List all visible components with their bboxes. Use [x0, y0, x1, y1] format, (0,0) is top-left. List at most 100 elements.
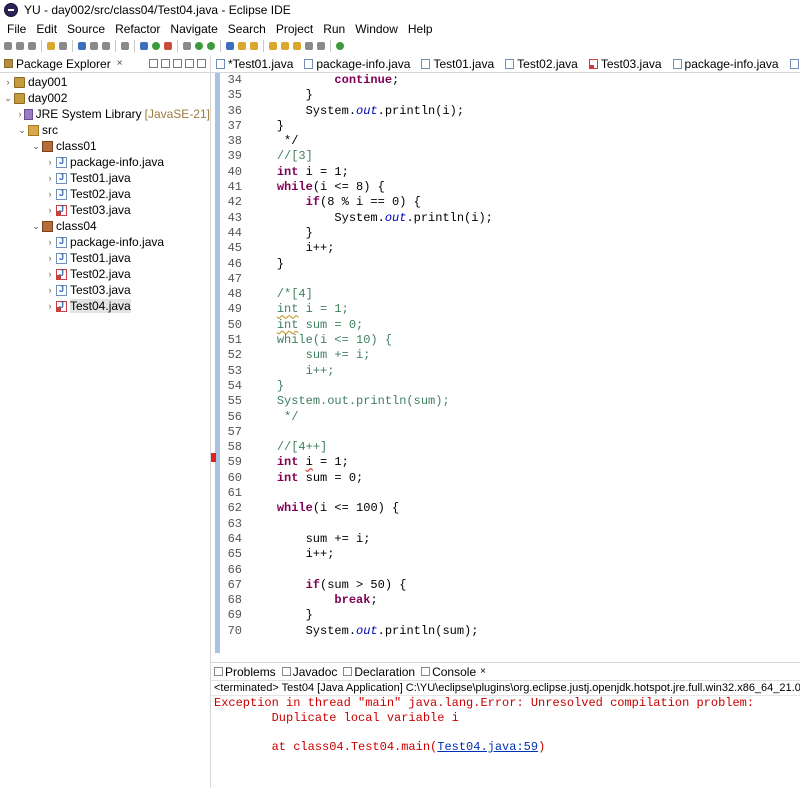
code-line[interactable]: int i = 1;	[248, 165, 800, 180]
code-line[interactable]: System.out.println(sum);	[248, 394, 800, 409]
code-line[interactable]: sum += i;	[248, 348, 800, 363]
code-line[interactable]: }	[248, 379, 800, 394]
tab-problems[interactable]: Problems	[211, 663, 279, 680]
tree-item[interactable]: ⌄ class04	[0, 218, 210, 234]
code-line[interactable]: }	[248, 257, 800, 272]
code-line[interactable]: System.out.println(i);	[248, 104, 800, 119]
back-icon[interactable]	[305, 42, 313, 50]
chevron-right-icon[interactable]: ›	[16, 109, 24, 119]
code-line[interactable]: int i = 1;	[248, 455, 800, 470]
code-line[interactable]: continue;	[248, 73, 800, 88]
toggle-mark-icon[interactable]	[78, 42, 86, 50]
close-icon[interactable]: ×	[117, 58, 123, 69]
tree-item[interactable]: ⌄ day002	[0, 90, 210, 106]
source-code[interactable]: continue; } System.out.println(i); } */ …	[248, 73, 800, 653]
code-line[interactable]: */	[248, 134, 800, 149]
code-line[interactable]	[248, 517, 800, 532]
view-menu-icon[interactable]	[173, 59, 182, 68]
chevron-down-icon[interactable]: ⌄	[16, 125, 28, 136]
collapse-all-icon[interactable]	[149, 59, 158, 68]
code-line[interactable]: }	[248, 88, 800, 103]
annotation-prev-icon[interactable]	[281, 42, 289, 50]
minimize-icon[interactable]	[185, 59, 194, 68]
tree-item[interactable]: › Test02.java	[0, 266, 210, 282]
chevron-right-icon[interactable]: ›	[44, 173, 56, 183]
code-line[interactable]	[248, 272, 800, 287]
editor-tab[interactable]: Test03.java	[584, 55, 668, 72]
tab-declaration[interactable]: Declaration	[340, 663, 418, 680]
tab-javadoc[interactable]: Javadoc	[279, 663, 341, 680]
code-line[interactable]: i++;	[248, 241, 800, 256]
code-line[interactable]: /*[4]	[248, 287, 800, 302]
editor-tab[interactable]: Test01.java	[416, 55, 500, 72]
code-line[interactable]	[248, 563, 800, 578]
tree-item[interactable]: ⌄ src	[0, 122, 210, 138]
tree-item[interactable]: › package-info.java	[0, 154, 210, 170]
tree-item[interactable]: › Test03.java	[0, 202, 210, 218]
annotation-next-icon[interactable]	[269, 42, 277, 50]
save-icon[interactable]	[16, 42, 24, 50]
chevron-right-icon[interactable]: ›	[44, 285, 56, 295]
code-line[interactable]	[248, 425, 800, 440]
code-line[interactable]	[248, 486, 800, 501]
console-output[interactable]: Exception in thread "main" java.lang.Err…	[211, 696, 800, 754]
skip-breakpoints-icon[interactable]	[121, 42, 129, 50]
code-line[interactable]: */	[248, 410, 800, 425]
menu-help[interactable]: Help	[403, 22, 438, 36]
new-package-icon[interactable]	[195, 42, 203, 50]
tree-item[interactable]: › package-info.java	[0, 234, 210, 250]
code-line[interactable]: System.out.println(i);	[248, 211, 800, 226]
menu-search[interactable]: Search	[223, 22, 271, 36]
chevron-down-icon[interactable]: ⌄	[2, 93, 14, 104]
close-icon[interactable]: ×	[480, 666, 486, 677]
menu-navigate[interactable]: Navigate	[165, 22, 222, 36]
chevron-right-icon[interactable]: ›	[44, 301, 56, 311]
editor-tab[interactable]: *Test01.java	[211, 55, 299, 72]
chevron-right-icon[interactable]: ›	[44, 205, 56, 215]
code-line[interactable]: }	[248, 608, 800, 623]
code-line[interactable]	[248, 639, 800, 653]
code-line[interactable]: break;	[248, 593, 800, 608]
tree-item[interactable]: › Test02.java	[0, 186, 210, 202]
code-line[interactable]: int sum = 0;	[248, 471, 800, 486]
debug-icon[interactable]	[140, 42, 148, 50]
save-all-icon[interactable]	[28, 42, 36, 50]
editor-tab[interactable]: Test02.java	[500, 55, 584, 72]
open-type-icon[interactable]	[47, 42, 55, 50]
chevron-right-icon[interactable]: ›	[44, 269, 56, 279]
editor-tab[interactable]: Test01.java	[785, 55, 800, 72]
code-line[interactable]: while(i <= 8) {	[248, 180, 800, 195]
code-line[interactable]: while(i <= 10) {	[248, 333, 800, 348]
tree-item[interactable]: › Test01.java	[0, 170, 210, 186]
tree-item[interactable]: › JRE System Library [JavaSE-21]	[0, 106, 210, 122]
last-edit-icon[interactable]	[293, 42, 301, 50]
editor-tab[interactable]: package-info.java	[668, 55, 785, 72]
code-line[interactable]: //[3]	[248, 149, 800, 164]
chevron-down-icon[interactable]: ⌄	[30, 221, 42, 232]
run-icon[interactable]	[152, 42, 160, 50]
chevron-right-icon[interactable]: ›	[44, 157, 56, 167]
chevron-right-icon[interactable]: ›	[2, 77, 14, 87]
menu-edit[interactable]: Edit	[31, 22, 62, 36]
code-line[interactable]: i++;	[248, 547, 800, 562]
chevron-right-icon[interactable]: ›	[44, 253, 56, 263]
code-line[interactable]: }	[248, 119, 800, 134]
tab-console[interactable]: Console ×	[418, 663, 489, 680]
code-line[interactable]: if(sum > 50) {	[248, 578, 800, 593]
forward-icon[interactable]	[317, 42, 325, 50]
tree-item[interactable]: › Test01.java	[0, 250, 210, 266]
code-line[interactable]: //[4++]	[248, 440, 800, 455]
menu-file[interactable]: File	[2, 22, 31, 36]
code-line[interactable]: System.out.println(sum);	[248, 624, 800, 639]
block-select-icon[interactable]	[90, 42, 98, 50]
editor-tab[interactable]: package-info.java	[299, 55, 416, 72]
open-folder-icon[interactable]	[238, 42, 246, 50]
code-line[interactable]: int i = 1;	[248, 302, 800, 317]
menu-refactor[interactable]: Refactor	[110, 22, 165, 36]
link-editor-icon[interactable]	[161, 59, 170, 68]
menu-source[interactable]: Source	[62, 22, 110, 36]
external-tools-icon[interactable]	[164, 42, 172, 50]
code-line[interactable]: if(8 % i == 0) {	[248, 195, 800, 210]
menu-window[interactable]: Window	[350, 22, 403, 36]
whitespace-icon[interactable]	[102, 42, 110, 50]
